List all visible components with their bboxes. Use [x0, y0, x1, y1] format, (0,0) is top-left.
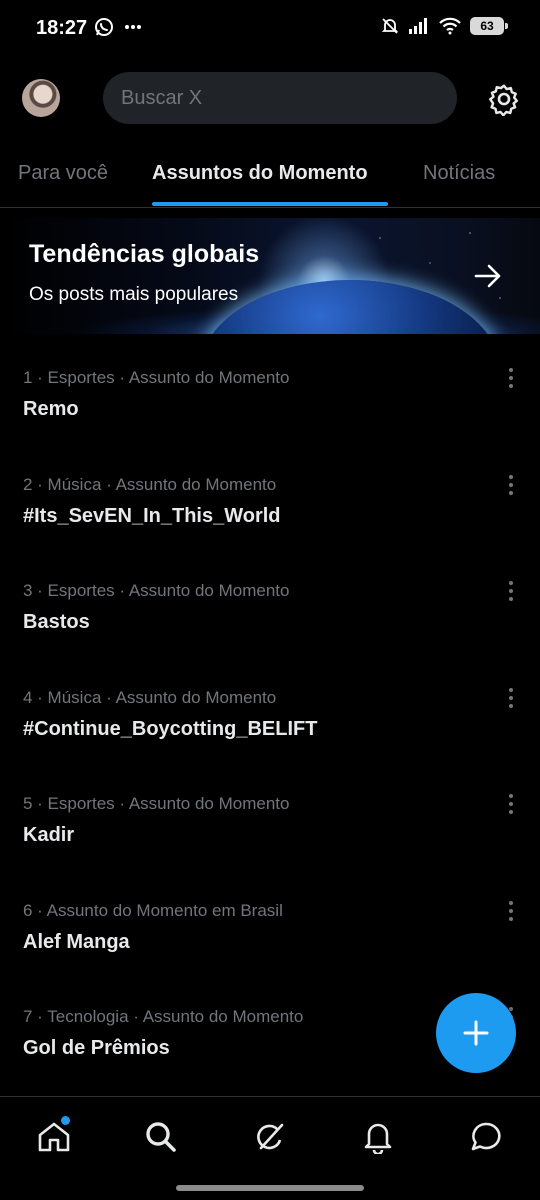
trend-meta: 5 · Esportes · Assunto do Momento [23, 794, 290, 813]
tab-para-voce[interactable]: Para você [18, 162, 108, 185]
bell-icon [364, 1123, 392, 1154]
tab-assuntos-do-momento[interactable]: Assuntos do Momento [152, 162, 368, 185]
tab-noticias[interactable]: Notícias [423, 162, 495, 185]
trend-item[interactable]: 5 · Esportes · Assunto do Momento Kadir [0, 794, 540, 900]
wifi-icon [439, 17, 461, 35]
trend-name: Alef Manga [23, 931, 130, 953]
trend-item[interactable]: 2 · Música · Assunto do Momento #Its_Sev… [0, 475, 540, 581]
tab-bar: Para você Assuntos do Momento Notícias [0, 142, 540, 208]
more-options-icon[interactable] [500, 366, 522, 390]
messages-icon [471, 1122, 501, 1151]
search-icon [146, 1122, 176, 1152]
search-input[interactable] [121, 86, 421, 110]
mute-icon [381, 18, 399, 34]
trend-name: Gol de Prêmios [23, 1037, 170, 1059]
trend-meta: 3 · Esportes · Assunto do Momento [23, 581, 290, 600]
global-trends-banner[interactable]: Tendências globais Os posts mais popular… [0, 218, 540, 334]
home-indicator [176, 1185, 364, 1191]
bottom-navigation [0, 1096, 540, 1180]
home-notification-dot [61, 1116, 70, 1125]
compose-post-button[interactable] [436, 993, 516, 1073]
more-dots-icon [125, 25, 141, 29]
search-bar[interactable] [103, 72, 457, 124]
banner-title: Tendências globais [29, 240, 260, 268]
trend-item[interactable]: 6 · Assunto do Momento em Brasil Alef Ma… [0, 901, 540, 1007]
nav-grok[interactable] [250, 1117, 290, 1157]
home-icon [38, 1122, 70, 1152]
more-options-icon[interactable] [500, 686, 522, 710]
more-options-icon[interactable] [500, 473, 522, 497]
whatsapp-icon [95, 18, 113, 36]
top-header [0, 70, 540, 128]
trend-name: Bastos [23, 611, 90, 633]
nav-search[interactable] [141, 1117, 181, 1157]
trend-meta: 6 · Assunto do Momento em Brasil [23, 901, 283, 920]
more-options-icon[interactable] [500, 899, 522, 923]
trend-meta: 4 · Música · Assunto do Momento [23, 688, 277, 707]
trend-item[interactable]: 4 · Música · Assunto do Momento #Continu… [0, 688, 540, 794]
banner-subtitle: Os posts mais populares [29, 284, 239, 305]
avatar[interactable] [22, 79, 60, 117]
trend-name: #Its_SevEN_In_This_World [23, 505, 281, 527]
trend-meta: 2 · Música · Assunto do Momento [23, 475, 277, 494]
status-time: 18:27 [36, 17, 88, 39]
signal-icon [409, 18, 427, 34]
trend-name: Kadir [23, 824, 75, 846]
trend-item[interactable]: 3 · Esportes · Assunto do Momento Bastos [0, 581, 540, 687]
trend-name: Remo [23, 398, 79, 420]
trend-meta: 1 · Esportes · Assunto do Momento [23, 368, 290, 387]
nav-messages[interactable] [466, 1117, 506, 1157]
grok-icon [257, 1123, 284, 1150]
gear-icon[interactable] [487, 82, 521, 116]
more-options-icon[interactable] [500, 792, 522, 816]
status-bar: 18:27 63 [0, 0, 540, 58]
plus-icon [463, 1020, 489, 1046]
battery-level: 63 [480, 19, 494, 33]
trend-item[interactable]: 1 · Esportes · Assunto do Momento Remo [0, 368, 540, 474]
trend-name: #Continue_Boycotting_BELIFT [23, 718, 318, 740]
active-tab-indicator [152, 202, 388, 206]
arrow-right-icon[interactable] [474, 264, 502, 288]
nav-notifications[interactable] [358, 1117, 398, 1157]
battery-icon: 63 [470, 17, 508, 35]
more-options-icon[interactable] [500, 579, 522, 603]
trend-meta: 7 · Tecnologia · Assunto do Momento [23, 1007, 304, 1026]
